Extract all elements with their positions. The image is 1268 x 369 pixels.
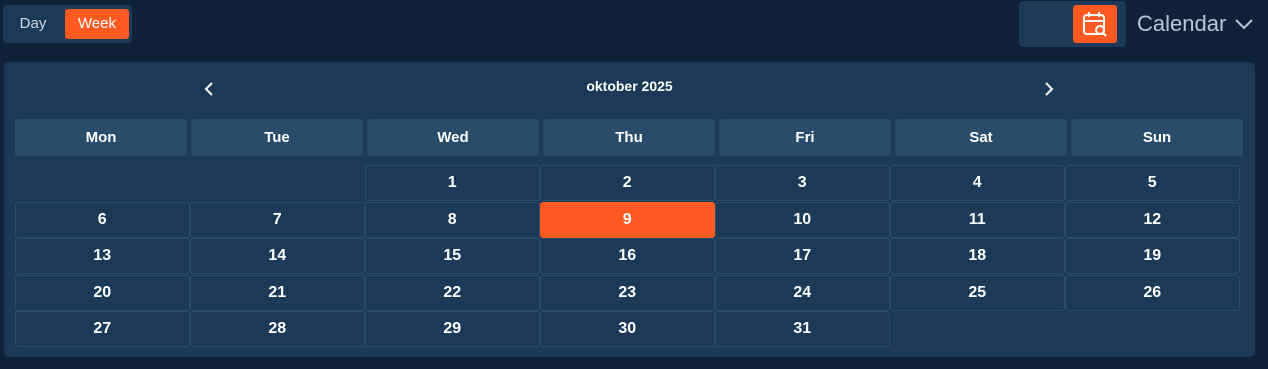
day-cell[interactable]: 10 xyxy=(715,201,890,238)
day-cell[interactable]: 24 xyxy=(715,274,890,311)
day-cell[interactable]: 8 xyxy=(365,201,540,238)
day-cell[interactable]: 18 xyxy=(890,238,1065,274)
day-cell-today[interactable]: 9 xyxy=(540,201,715,238)
day-cell[interactable]: 21 xyxy=(190,274,365,311)
day-cell[interactable]: 28 xyxy=(190,311,365,347)
day-cell[interactable]: 17 xyxy=(715,238,890,274)
weekday-mon: Mon xyxy=(15,119,187,156)
empty-day-cell xyxy=(1065,311,1240,347)
day-week-toggle: Day Week xyxy=(3,5,132,43)
day-cell[interactable]: 14 xyxy=(190,238,365,274)
weekday-tue: Tue xyxy=(191,119,363,156)
day-cell[interactable]: 7 xyxy=(190,201,365,238)
day-cell[interactable]: 31 xyxy=(715,311,890,347)
next-month-button[interactable] xyxy=(1038,78,1060,100)
empty-day-cell xyxy=(15,165,190,201)
empty-day-cell xyxy=(190,165,365,201)
chevron-right-icon xyxy=(1045,82,1054,96)
calendar-search-icon xyxy=(1083,12,1107,37)
calendar-panel: oktober 2025 Mon Tue Wed Thu Fri Sat Sun… xyxy=(4,62,1255,357)
calendar-view-button[interactable] xyxy=(1073,5,1117,43)
day-cell[interactable]: 23 xyxy=(540,274,715,311)
day-cell[interactable]: 19 xyxy=(1065,238,1240,274)
week-button[interactable]: Week xyxy=(65,9,129,39)
day-cell[interactable]: 3 xyxy=(715,165,890,201)
weekday-sun: Sun xyxy=(1071,119,1243,156)
empty-day-cell xyxy=(890,311,1065,347)
day-cell[interactable]: 25 xyxy=(890,274,1065,311)
day-cell[interactable]: 27 xyxy=(15,311,190,347)
day-cell[interactable]: 13 xyxy=(15,238,190,274)
weekday-fri: Fri xyxy=(719,119,891,156)
day-cell[interactable]: 22 xyxy=(365,274,540,311)
day-cell[interactable]: 4 xyxy=(890,165,1065,201)
day-cell[interactable]: 6 xyxy=(15,201,190,238)
weekday-sat: Sat xyxy=(895,119,1067,156)
day-cell[interactable]: 30 xyxy=(540,311,715,347)
weekday-thu: Thu xyxy=(543,119,715,156)
day-cell[interactable]: 12 xyxy=(1065,201,1240,238)
calendar-dropdown-label: Calendar xyxy=(1137,11,1227,36)
day-cell[interactable]: 15 xyxy=(365,238,540,274)
weekday-header: Mon Tue Wed Thu Fri Sat Sun xyxy=(15,119,1243,156)
day-cell[interactable]: 1 xyxy=(365,165,540,201)
day-cell[interactable]: 29 xyxy=(365,311,540,347)
view-mode-switch xyxy=(437,1,1126,135)
day-cell[interactable]: 16 xyxy=(540,238,715,274)
weekday-wed: Wed xyxy=(367,119,539,156)
day-cell[interactable]: 5 xyxy=(1065,165,1240,201)
day-button[interactable]: Day xyxy=(8,9,58,39)
month-title: oktober 2025 xyxy=(586,78,673,94)
day-cell[interactable]: 20 xyxy=(15,274,190,311)
calendar-dropdown[interactable]: Calendar xyxy=(1137,8,1254,40)
day-grid: 1 2 3 4 5 6 7 8 9 10 11 12 13 14 15 16 17 18 19 20 21 22 23 24 2… xyxy=(15,165,1240,348)
day-cell[interactable]: 11 xyxy=(890,201,1065,238)
day-cell[interactable]: 26 xyxy=(1065,274,1240,311)
chevron-down-icon xyxy=(1235,19,1253,30)
day-cell[interactable]: 2 xyxy=(540,165,715,201)
